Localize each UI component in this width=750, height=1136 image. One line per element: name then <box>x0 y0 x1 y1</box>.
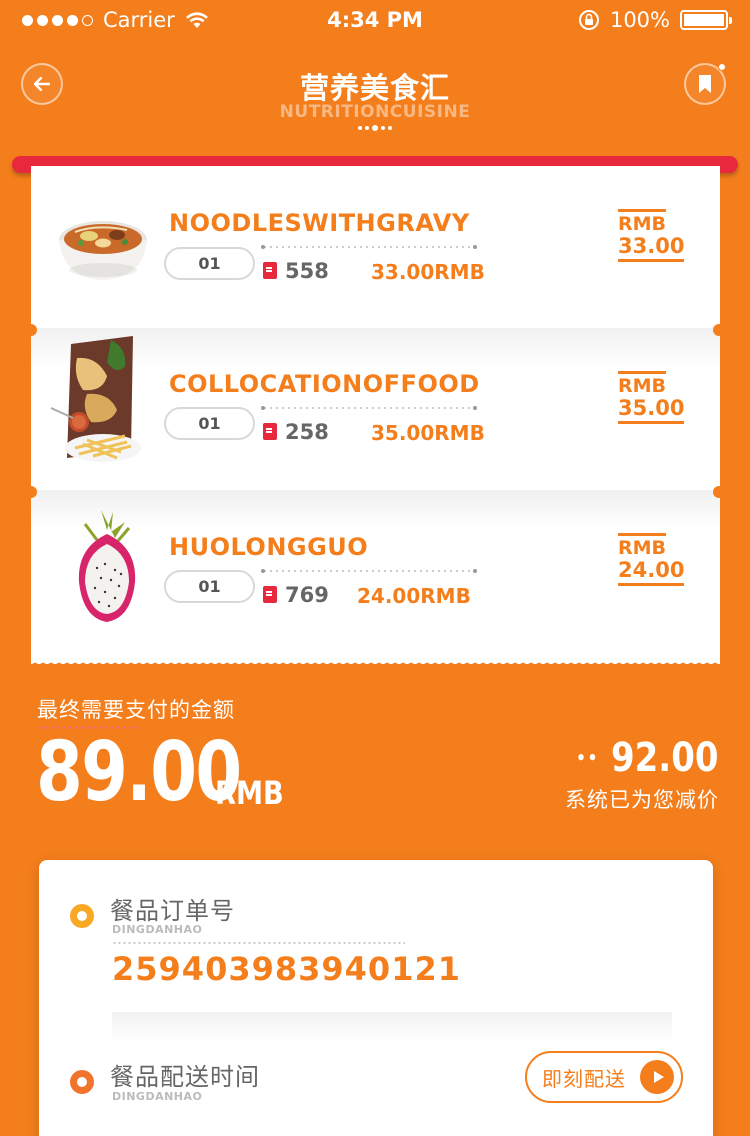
status-time: 4:34 PM <box>327 8 423 32</box>
ticket-edge <box>31 658 720 666</box>
section-divider <box>112 1012 672 1042</box>
bookmark-button[interactable] <box>684 63 726 105</box>
order-ticket: NOODLESWITHGRAVY 01 558 33.00RMB RMB 33.… <box>31 166 720 664</box>
document-icon <box>263 423 277 440</box>
price-box: RMB 24.00 <box>618 533 686 586</box>
line-price: 33.00RMB <box>371 260 485 284</box>
sales-count: 769 <box>285 583 329 607</box>
discount-text: 系统已为您减价 <box>565 788 719 812</box>
status-bar: Carrier 4:34 PM 100% <box>0 0 750 40</box>
food-name: HUOLONGGUO <box>169 533 369 561</box>
battery-icon <box>680 10 732 30</box>
ticket-notch <box>25 486 37 498</box>
divider <box>261 245 477 249</box>
ticket-notch <box>713 324 725 336</box>
notification-dot <box>718 63 726 71</box>
line-price: 24.00RMB <box>357 584 471 608</box>
delivery-time-subtitle: DINGDANHAO <box>112 1090 203 1103</box>
list-item[interactable]: HUOLONGGUO 01 769 24.00RMB RMB 24.00 <box>31 490 720 652</box>
sales-count: 258 <box>285 420 329 444</box>
document-icon <box>263 262 277 279</box>
noodle-bowl-image <box>59 221 147 280</box>
original-price-value: 92.00 <box>611 735 719 781</box>
deliver-now-button[interactable]: 即刻配送 <box>525 1051 683 1103</box>
bullet-icon <box>70 904 94 928</box>
total-amount: 89.00 <box>36 725 242 820</box>
ticket-notch <box>713 486 725 498</box>
price-dots-icon: •• <box>576 747 600 769</box>
list-item[interactable]: COLLOCATIONOFFOOD 01 258 35.00RMB RMB 35… <box>31 328 720 490</box>
page-indicator <box>0 125 750 131</box>
order-number-title: 餐品订单号 <box>110 897 235 925</box>
price-currency: RMB <box>618 533 667 558</box>
play-icon <box>640 1060 674 1094</box>
order-number: 259403983940121 <box>112 950 461 988</box>
quantity-stepper[interactable]: 01 <box>164 407 255 440</box>
page-subtitle: NUTRITIONCUISINE <box>279 102 471 122</box>
bullet-icon <box>70 1070 94 1094</box>
price-amount: 33.00 <box>618 234 685 262</box>
price-currency: RMB <box>618 371 667 396</box>
ticket-notch <box>25 324 37 336</box>
total-label: 最终需要支付的金额 <box>37 698 235 722</box>
food-name: NOODLESWITHGRAVY <box>169 209 470 237</box>
divider <box>261 406 477 410</box>
quantity-stepper[interactable]: 01 <box>164 247 255 280</box>
page-title: 营养美食汇 <box>299 71 450 105</box>
sales-count: 558 <box>285 259 329 283</box>
quantity-stepper[interactable]: 01 <box>164 570 255 603</box>
food-platter-image <box>50 336 141 462</box>
food-name: COLLOCATIONOFFOOD <box>169 370 480 398</box>
divider <box>261 569 477 573</box>
deliver-now-label: 即刻配送 <box>542 1066 626 1091</box>
order-info-card: 餐品订单号 DINGDANHAO 259403983940121 餐品配送时间 … <box>39 860 713 1136</box>
bookmark-icon <box>699 75 711 93</box>
price-amount: 24.00 <box>618 558 685 586</box>
original-price: •• 92.00 <box>577 735 719 781</box>
total-currency: RMB <box>215 774 284 812</box>
price-amount: 35.00 <box>618 396 685 424</box>
price-currency: RMB <box>618 209 667 234</box>
line-price: 35.00RMB <box>371 421 485 445</box>
delivery-time-title: 餐品配送时间 <box>110 1063 260 1091</box>
divider <box>112 942 405 944</box>
document-icon <box>263 586 277 603</box>
dragon-fruit-image <box>78 510 136 622</box>
price-box: RMB 33.00 <box>618 209 686 262</box>
header: 营养美食汇 NUTRITIONCUISINE <box>0 40 750 150</box>
order-number-subtitle: DINGDANHAO <box>112 923 203 936</box>
price-box: RMB 35.00 <box>618 371 686 424</box>
list-item[interactable]: NOODLESWITHGRAVY 01 558 33.00RMB RMB 33.… <box>31 166 720 328</box>
